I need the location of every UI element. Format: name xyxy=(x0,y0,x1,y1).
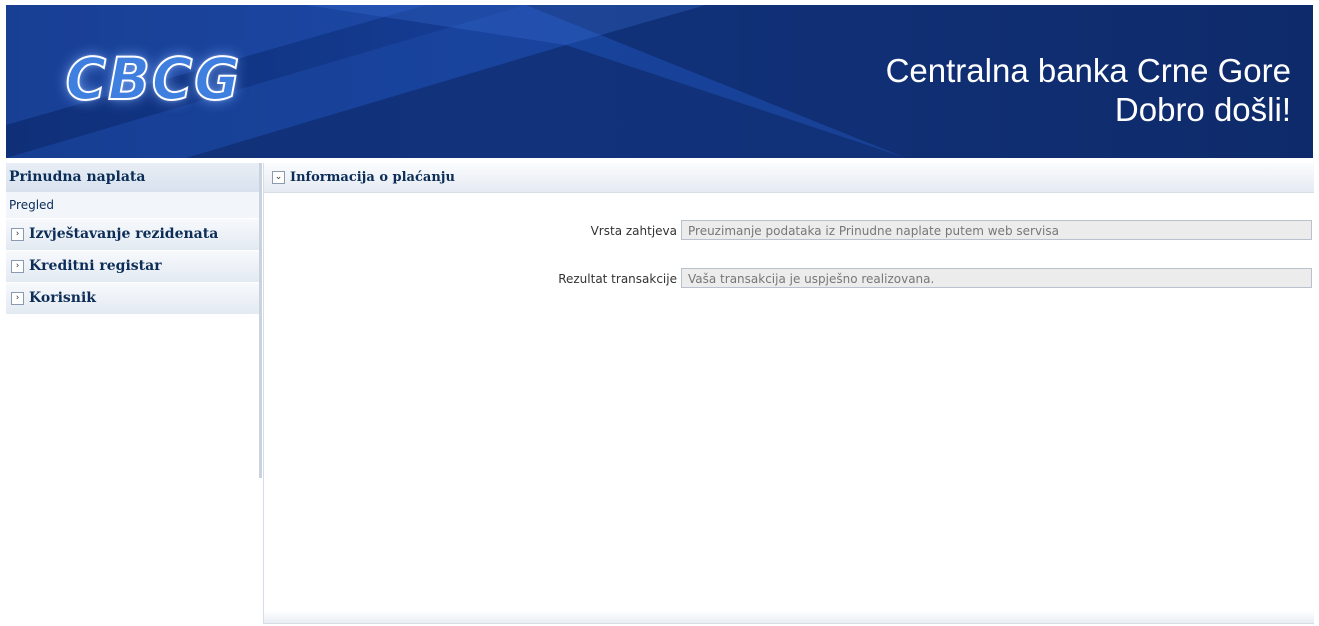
sidebar-item-label: Izvještavanje rezidenata xyxy=(29,226,219,242)
panel-footer xyxy=(264,611,1314,623)
chevron-right-icon: › xyxy=(11,227,24,241)
sidebar-item-izvjestavanje-rezidenata[interactable]: › Izvještavanje rezidenata xyxy=(6,218,259,250)
field-row-vrsta-zahtjeva: Vrsta zahtjeva Preuzimanje podataka iz P… xyxy=(264,220,1314,242)
sidebar-item-korisnik[interactable]: › Korisnik xyxy=(6,282,259,314)
sidebar-item-kreditni-registar[interactable]: › Kreditni registar xyxy=(6,250,259,282)
payment-info-panel: ⌄ Informacija o plaćanju Vrsta zahtjeva P… xyxy=(263,163,1314,624)
request-type-label: Vrsta zahtjeva xyxy=(590,224,677,238)
panel-header[interactable]: ⌄ Informacija o plaćanju xyxy=(264,163,1314,193)
header-title: Centralna banka Crne Gore Dobro došli! xyxy=(886,51,1291,129)
bank-name: Centralna banka Crne Gore xyxy=(885,52,1291,89)
chevron-down-icon[interactable]: ⌄ xyxy=(272,171,285,184)
header-banner: CBCG Centralna banka Crne Gore Dobro doš… xyxy=(6,5,1313,158)
chevron-right-icon: › xyxy=(11,291,24,305)
field-row-rezultat-transakcije: Rezultat transakcije Vaša transakcija je… xyxy=(264,268,1314,290)
request-type-field[interactable]: Preuzimanje podataka iz Prinudne naplate… xyxy=(681,220,1312,240)
sidebar-item-label: Korisnik xyxy=(29,290,96,306)
sidebar-section-prinudna-naplata[interactable]: Prinudna naplata xyxy=(6,163,259,192)
transaction-result-label: Rezultat transakcije xyxy=(558,272,677,286)
sidebar-nav: Prinudna naplata Pregled › Izvještavanje … xyxy=(6,163,262,478)
welcome-text: Dobro došli! xyxy=(1114,91,1291,128)
panel-title: Informacija o plaćanju xyxy=(290,170,455,185)
sidebar-item-pregled[interactable]: Pregled xyxy=(6,192,259,218)
sidebar-item-label: Kreditni registar xyxy=(29,258,162,274)
chevron-right-icon: › xyxy=(11,259,24,273)
cbcg-logo: CBCG xyxy=(65,45,242,113)
transaction-result-field[interactable]: Vaša transakcija je uspješno realizovana… xyxy=(681,268,1312,288)
